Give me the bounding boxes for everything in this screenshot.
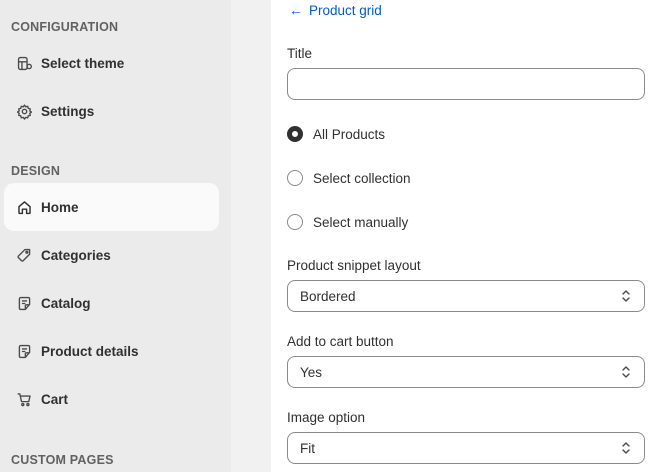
radio-all-products[interactable]: All Products (287, 124, 385, 144)
select-chevron-icon (622, 290, 630, 302)
theme-icon (15, 54, 33, 72)
content-gutter (231, 0, 271, 472)
add-to-cart-label: Add to cart button (287, 334, 394, 349)
arrow-left-icon: ← (289, 2, 303, 18)
add-to-cart-select[interactable]: Yes (287, 356, 645, 388)
section-title-design: DESIGN (11, 164, 61, 178)
sidebar-item-catalog[interactable]: Catalog (4, 279, 219, 327)
sidebar-item-label: Select theme (41, 55, 125, 71)
sidebar-item-label: Categories (41, 247, 111, 263)
sidebar-item-categories[interactable]: Categories (4, 231, 219, 279)
cart-icon (15, 390, 33, 408)
sidebar-item-label: Home (41, 199, 79, 215)
radio-label: All Products (313, 126, 386, 142)
sidebar-item-product-details[interactable]: Product details (4, 327, 219, 375)
snippet-layout-select[interactable]: Bordered (287, 280, 645, 312)
image-option-select[interactable]: Fit (287, 432, 645, 464)
settings-panel: ← Product grid Title All Products Select… (271, 0, 655, 472)
back-link[interactable]: ← Product grid (289, 1, 382, 19)
image-option-label: Image option (287, 410, 366, 425)
radio-label: Select collection (313, 170, 411, 186)
select-value: Bordered (300, 288, 356, 304)
sidebar: CONFIGURATION Select theme Settings DESI… (0, 0, 231, 472)
select-chevron-icon (622, 442, 630, 454)
gear-icon (15, 102, 33, 120)
select-value: Yes (300, 364, 323, 380)
section-title-custom-pages: CUSTOM PAGES (11, 453, 114, 467)
select-chevron-icon (622, 366, 630, 378)
sidebar-item-label: Settings (41, 103, 95, 119)
radio-button[interactable] (287, 214, 303, 230)
section-title-configuration: CONFIGURATION (11, 20, 119, 34)
snippet-layout-label: Product snippet layout (287, 258, 421, 273)
home-icon (15, 198, 33, 216)
title-field-label: Title (287, 46, 313, 61)
back-link-label: Product grid (309, 2, 382, 18)
radio-button[interactable] (287, 170, 303, 186)
sidebar-item-label: Catalog (41, 295, 91, 311)
sidebar-item-home[interactable]: Home (4, 183, 219, 231)
sidebar-item-label: Cart (41, 391, 69, 407)
product-details-icon (15, 342, 33, 360)
tag-icon (15, 246, 33, 264)
sidebar-item-label: Product details (41, 343, 139, 359)
sidebar-item-settings[interactable]: Settings (4, 87, 219, 135)
select-value: Fit (300, 440, 315, 456)
radio-button-checked[interactable] (287, 126, 303, 142)
radio-select-manually[interactable]: Select manually (287, 212, 408, 232)
radio-select-collection[interactable]: Select collection (287, 168, 411, 188)
catalog-icon (15, 294, 33, 312)
radio-label: Select manually (313, 214, 409, 230)
title-input[interactable] (287, 68, 645, 100)
sidebar-item-select-theme[interactable]: Select theme (4, 39, 219, 87)
sidebar-item-cart[interactable]: Cart (4, 375, 219, 423)
